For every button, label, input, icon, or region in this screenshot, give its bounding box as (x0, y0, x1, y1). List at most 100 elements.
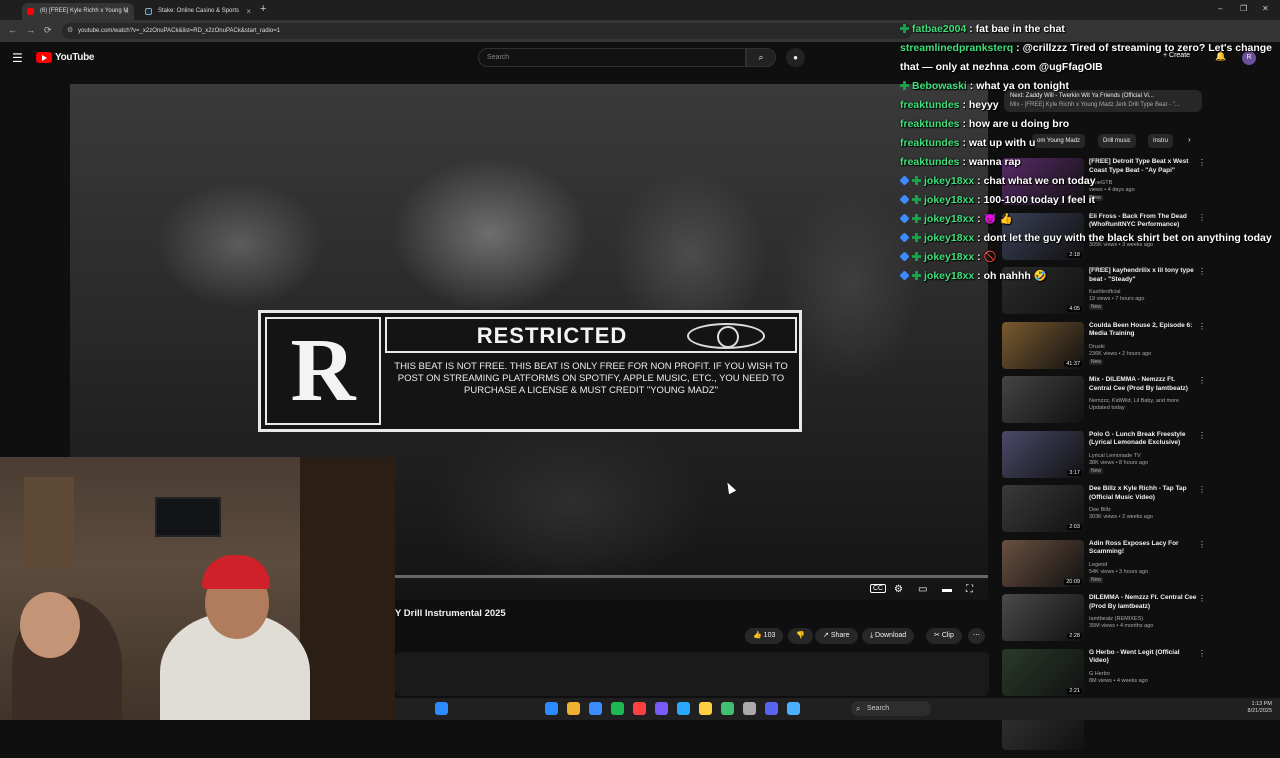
more-options-icon[interactable]: ⋮ (1198, 376, 1206, 385)
rating-title: RESTRICTED (476, 323, 628, 348)
taskbar-app-icon[interactable] (699, 702, 712, 715)
more-actions-button[interactable]: ⋯ (968, 628, 985, 644)
channel-name[interactable]: Kashkroftcial (1089, 289, 1197, 296)
hamburger-menu-icon[interactable]: ☰ (12, 51, 23, 65)
url-text: youtube.com/watch?v=_x2zOnuPACk&list=RD_… (78, 28, 281, 34)
maximize-window-button[interactable]: ❐ (1240, 4, 1247, 13)
chat-username[interactable]: jokey18xx (924, 232, 974, 244)
video-title[interactable]: Mix - DILEMMA - Nemzzz Ft. Central Cee (… (1089, 376, 1197, 393)
video-progress-bar[interactable] (395, 575, 988, 578)
chat-username[interactable]: jokey18xx (924, 270, 974, 282)
chat-username[interactable]: freaktundes (900, 118, 960, 130)
theater-mode-icon[interactable]: ▬ (942, 584, 952, 595)
search-icon: ⌕ (758, 52, 764, 62)
windows-start-icon[interactable] (435, 702, 448, 715)
download-button[interactable]: ⤓ Download (862, 628, 915, 644)
description-box[interactable] (395, 652, 989, 696)
new-tab-button[interactable]: + (260, 3, 266, 15)
related-video-item[interactable]: 2:03 Dee Billz x Kyle Richh - Tap Tap (Of… (1002, 485, 1206, 540)
chat-username[interactable]: freaktundes (900, 99, 960, 111)
channel-name[interactable]: Lyrical Lemonade TV (1089, 453, 1197, 460)
dislike-button[interactable]: 👎 (788, 628, 813, 644)
video-title[interactable]: Polo G - Lunch Break Freestyle (Lyrical … (1089, 431, 1197, 448)
related-video-item[interactable]: 20:09 Adin Ross Exposes Lacy For Scamming… (1002, 539, 1206, 595)
more-options-icon[interactable]: ⋮ (1198, 431, 1206, 440)
taskbar-app-icon[interactable] (567, 702, 580, 715)
channel-name[interactable]: G Herbo (1089, 671, 1197, 678)
video-title[interactable]: Adin Ross Exposes Lacy For Scamming! (1089, 540, 1197, 557)
related-video-item[interactable]: 3:17 Polo G - Lunch Break Freestyle (Lyri… (1002, 430, 1206, 486)
related-video-item[interactable]: 41:37 Coulda Been House 2, Episode 6: Med… (1002, 321, 1206, 377)
chat-username[interactable]: jokey18xx (924, 213, 974, 225)
tab-youtube[interactable]: (6) [FREE] Kyle Richh x Young M × (22, 3, 134, 20)
video-thumbnail[interactable]: 20:09 (1002, 539, 1084, 587)
chat-username[interactable]: freaktundes (900, 137, 960, 149)
video-title[interactable]: Dee Billz x Kyle Richh - Tap Tap (Offici… (1089, 485, 1197, 502)
taskbar-app-icon[interactable] (721, 702, 734, 715)
channel-name[interactable]: Legend (1089, 562, 1197, 569)
film-reel-emblem-icon (687, 323, 765, 349)
chat-username[interactable]: freaktundes (900, 156, 960, 168)
clip-button[interactable]: ✂ Clip (926, 628, 962, 644)
fullscreen-icon[interactable]: ⛶ (966, 584, 973, 595)
related-video-item[interactable]: 2:28 DILEMMA - Nemzzz Ft. Central Cee (Pr… (1002, 594, 1206, 649)
taskbar-app-icon[interactable] (743, 702, 756, 715)
video-title[interactable]: G Herbo - Went Legit (Official Video) (1089, 649, 1197, 666)
channel-name[interactable]: Iamtbeatz (REMIXES) (1089, 616, 1197, 623)
taskbar-app-icon[interactable] (655, 702, 668, 715)
tab-stake[interactable]: Stake: Online Casino & Sports × (140, 3, 256, 20)
chat-username[interactable]: Bebowaski (912, 80, 967, 92)
taskbar-clock[interactable]: 1:13 PM 8/21/2025 (1248, 701, 1272, 715)
video-thumbnail[interactable]: 2:21 (1002, 648, 1084, 696)
video-thumbnail[interactable]: 41:37 (1002, 321, 1084, 369)
channel-name[interactable]: Druski (1089, 344, 1197, 351)
taskbar-app-icon[interactable] (787, 702, 800, 715)
like-button[interactable]: 👍 103 (745, 628, 784, 644)
taskbar-search[interactable]: ⌕ Search (851, 701, 931, 716)
taskbar-app-icon[interactable] (545, 702, 558, 715)
youtube-logo[interactable]: YouTube (36, 52, 95, 63)
site-info-icon[interactable]: ⚙ (67, 23, 73, 39)
chat-username[interactable]: fatbae2004 (912, 23, 966, 35)
chat-username[interactable]: jokey18xx (924, 194, 974, 206)
related-video-item[interactable]: 2:21 G Herbo - Went Legit (Official Video… (1002, 648, 1206, 704)
chat-username[interactable]: streamlinedpranksterq (900, 42, 1013, 54)
voice-search-button[interactable]: ● (786, 48, 805, 67)
more-options-icon[interactable]: ⋮ (1198, 485, 1206, 494)
taskbar-app-icon[interactable] (677, 702, 690, 715)
video-title[interactable]: DILEMMA - Nemzzz Ft. Central Cee (Prod B… (1089, 594, 1197, 611)
close-tab-icon[interactable]: × (124, 3, 129, 20)
taskbar-app-icon[interactable] (589, 702, 602, 715)
tab-label: Stake: Online Casino & Sports (158, 8, 240, 14)
subtitles-button[interactable]: CC (870, 584, 887, 593)
channel-name[interactable]: Nemzzz, KidWild, Lil Baby, and more (1089, 398, 1197, 405)
video-thumbnail[interactable]: 2:28 (1002, 594, 1084, 641)
more-options-icon[interactable]: ⋮ (1198, 594, 1206, 603)
miniplayer-icon[interactable]: ▭ (918, 584, 927, 595)
taskbar-app-icon[interactable] (765, 702, 778, 715)
taskbar-app-icon[interactable] (633, 702, 646, 715)
reload-button[interactable]: ⟳ (44, 25, 52, 36)
video-title[interactable]: Coulda Been House 2, Episode 6: Media Tr… (1089, 322, 1197, 339)
more-options-icon[interactable]: ⋮ (1198, 540, 1206, 549)
url-bar[interactable]: ⚙ youtube.com/watch?v=_x2zOnuPACk&list=R… (62, 23, 912, 39)
related-video-item[interactable]: Mix - DILEMMA - Nemzzz Ft. Central Cee (… (1002, 376, 1206, 431)
close-window-button[interactable]: ✕ (1262, 4, 1269, 13)
search-button[interactable]: ⌕ (746, 48, 776, 67)
channel-name[interactable]: Dee Billz (1089, 507, 1197, 514)
video-thumbnail[interactable]: 3:17 (1002, 430, 1084, 478)
video-thumbnail[interactable]: 2:03 (1002, 485, 1084, 532)
settings-gear-icon[interactable]: ⚙ (894, 584, 903, 595)
minimize-window-button[interactable]: – (1218, 4, 1222, 13)
close-tab-icon[interactable]: × (246, 3, 251, 20)
taskbar-app-icon[interactable] (611, 702, 624, 715)
search-input[interactable]: Search (478, 48, 746, 67)
forward-button[interactable]: → (26, 25, 35, 35)
more-options-icon[interactable]: ⋮ (1198, 649, 1206, 658)
chat-username[interactable]: jokey18xx (924, 251, 974, 263)
chat-username[interactable]: jokey18xx (924, 175, 974, 187)
video-thumbnail[interactable] (1002, 376, 1084, 423)
more-options-icon[interactable]: ⋮ (1198, 322, 1206, 331)
back-button[interactable]: ← (8, 25, 17, 35)
share-button[interactable]: ↗ Share (815, 628, 858, 644)
